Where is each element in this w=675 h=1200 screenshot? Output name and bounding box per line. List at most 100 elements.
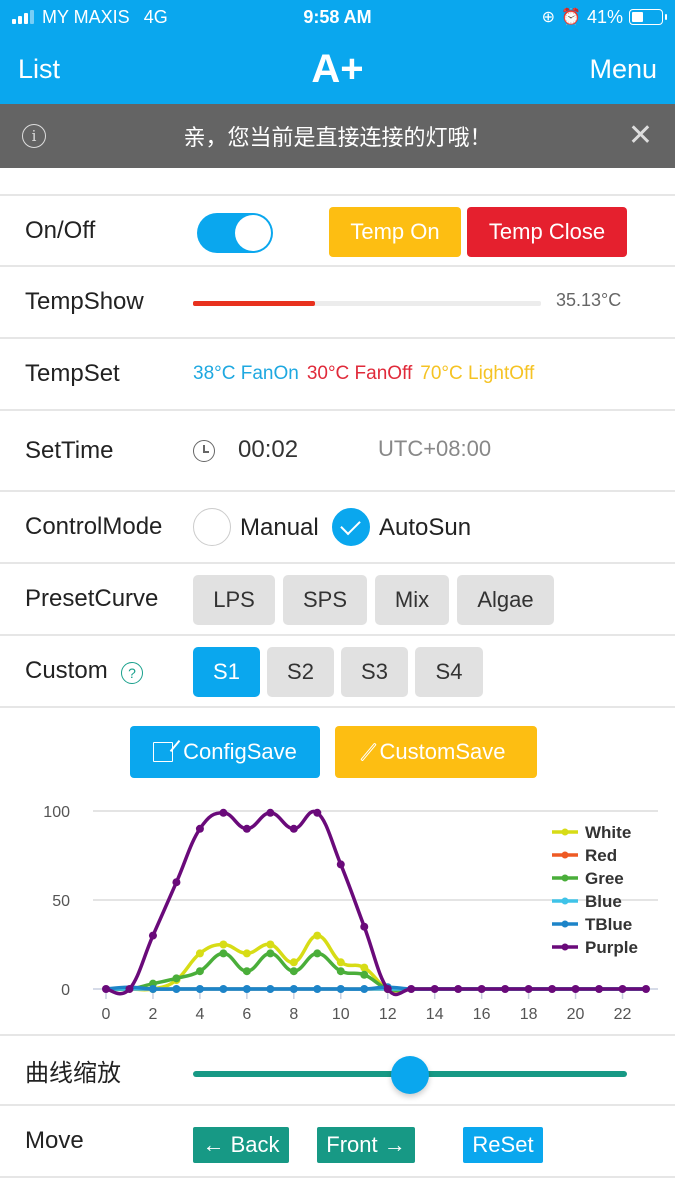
tempshow-row: TempShow 35.13°C <box>0 267 675 339</box>
data-point-purple <box>360 922 369 931</box>
data-point-purple <box>172 878 181 887</box>
temperature-value: 35.13°C <box>556 290 622 310</box>
info-icon: i <box>22 124 46 148</box>
x-tick-label: 2 <box>149 1006 158 1023</box>
legend-label: Gree <box>585 869 624 888</box>
close-icon[interactable]: ✕ <box>628 121 653 151</box>
data-point-tblue <box>242 985 251 993</box>
data-point-white <box>336 958 345 967</box>
data-point-tblue <box>360 985 369 993</box>
data-point-white <box>360 963 369 972</box>
data-point-purple <box>195 824 204 833</box>
legend-marker <box>561 897 569 905</box>
data-point-white <box>266 940 275 949</box>
toggle-knob <box>235 215 271 251</box>
data-point-purple <box>313 808 322 817</box>
help-icon[interactable]: ? <box>121 662 143 684</box>
data-point-purple <box>242 824 251 833</box>
data-point-gree <box>289 967 298 976</box>
legend-marker <box>561 874 569 882</box>
x-tick-label: 10 <box>332 1006 350 1023</box>
notice-text: 亲，您当前是直接连接的灯哦！ <box>183 125 492 150</box>
menu-button[interactable]: Menu <box>589 54 657 85</box>
data-point-purple <box>383 985 392 993</box>
custom-s1-button[interactable]: S1 <box>193 647 260 697</box>
tempset-label: TempSet <box>25 360 120 387</box>
time-value[interactable]: 00:02 <box>238 436 298 464</box>
fan-on-threshold[interactable]: 38°C FanOn <box>193 363 299 385</box>
x-tick-label: 22 <box>614 1006 632 1023</box>
x-tick-label: 20 <box>567 1006 585 1023</box>
edit-icon <box>153 742 174 762</box>
custom-s4-button[interactable]: S4 <box>415 647 483 697</box>
curve-zoom-slider-thumb[interactable] <box>391 1056 429 1094</box>
light-off-threshold[interactable]: 70°C LightOff <box>420 363 534 385</box>
legend-label: Red <box>585 846 617 865</box>
light-curve-chart: 0 50 100 0 2 4 6 8 10 12 14 16 18 20 22 White Red Gree Blu… <box>0 794 675 1034</box>
battery-icon <box>629 9 667 25</box>
timezone-value[interactable]: UTC+08:00 <box>378 436 491 462</box>
data-point-purple <box>336 860 345 869</box>
data-point-tblue <box>313 985 322 993</box>
data-point-purple <box>407 985 416 993</box>
data-point-purple <box>430 985 439 993</box>
manual-radio-label[interactable]: Manual <box>240 514 319 542</box>
network-type: 4G <box>143 6 168 27</box>
pen-icon <box>359 742 377 762</box>
data-point-purple <box>571 985 580 993</box>
manual-radio[interactable] <box>193 508 231 546</box>
legend-marker <box>561 851 569 859</box>
data-point-purple <box>548 985 557 993</box>
power-toggle[interactable] <box>197 213 273 253</box>
front-button[interactable]: Front → <box>317 1127 415 1163</box>
data-point-purple <box>501 985 510 993</box>
back-button[interactable]: ← Back <box>193 1127 289 1163</box>
data-point-white <box>313 931 322 940</box>
settime-label: SetTime <box>25 436 114 464</box>
x-tick-label: 14 <box>426 1006 444 1023</box>
battery-fill <box>632 12 644 22</box>
fan-off-threshold[interactable]: 30°C FanOff <box>307 363 412 385</box>
controlmode-row: ControlMode Manual AutoSun <box>0 492 675 564</box>
data-point-white <box>195 949 204 958</box>
autosun-radio[interactable] <box>332 508 370 546</box>
config-save-button[interactable]: ConfigSave <box>130 726 320 778</box>
data-point-gree <box>219 949 228 958</box>
preset-algae-button[interactable]: Algae <box>457 575 554 625</box>
x-tick-label: 0 <box>102 1006 111 1023</box>
y-tick-label: 100 <box>43 804 70 821</box>
data-point-tblue <box>266 985 275 993</box>
data-point-purple <box>618 985 627 993</box>
legend-label: Purple <box>585 938 638 957</box>
custom-s2-button[interactable]: S2 <box>267 647 334 697</box>
list-button[interactable]: List <box>18 54 60 85</box>
data-point-white <box>242 949 251 958</box>
move-label: Move <box>25 1127 84 1154</box>
carrier-name: MY MAXIS <box>42 6 130 27</box>
chart-svg: 0 50 100 0 2 4 6 8 10 12 14 16 18 20 22 White Red Gree Blu… <box>43 804 658 1023</box>
notice-bar: i 亲，您当前是直接连接的灯哦！ ✕ <box>0 104 675 168</box>
preset-sps-button[interactable]: SPS <box>283 575 367 625</box>
battery-percent: 41% <box>586 6 623 27</box>
alarm-icon: ⏰ <box>561 9 581 26</box>
preset-mix-button[interactable]: Mix <box>375 575 449 625</box>
temp-on-button[interactable]: Temp On <box>329 207 461 257</box>
data-point-purple <box>289 824 298 833</box>
data-point-tblue <box>148 985 157 993</box>
preset-lps-button[interactable]: LPS <box>193 575 275 625</box>
app-title: A+ <box>311 46 364 91</box>
custom-label: Custom <box>25 657 108 684</box>
legend-marker <box>561 828 569 836</box>
custom-save-button[interactable]: CustomSave <box>335 726 537 778</box>
custom-s3-button[interactable]: S3 <box>341 647 408 697</box>
y-tick-label: 0 <box>61 982 70 999</box>
spacer <box>0 168 675 196</box>
legend-marker <box>561 943 569 951</box>
data-point-gree <box>195 967 204 976</box>
temp-close-button[interactable]: Temp Close <box>467 207 627 257</box>
autosun-radio-label[interactable]: AutoSun <box>379 514 471 542</box>
reset-button[interactable]: ReSet <box>463 1127 543 1163</box>
data-point-gree <box>336 967 345 976</box>
data-point-gree <box>266 949 275 958</box>
status-bar: MY MAXIS 4G 9:58 AM ⊕ ⏰ 41% <box>0 0 675 34</box>
